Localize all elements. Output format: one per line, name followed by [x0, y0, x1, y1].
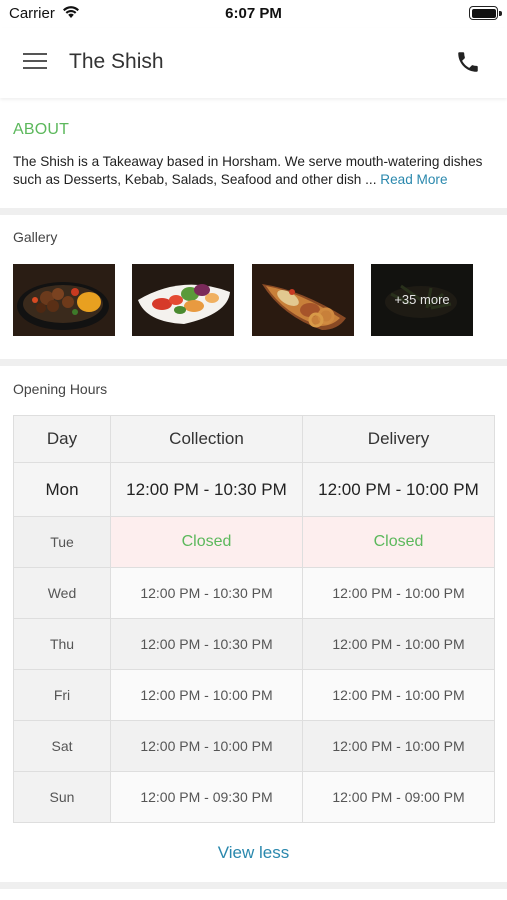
day-cell: Tue — [13, 516, 111, 568]
table-row-fri: Fri 12:00 PM - 10:00 PM 12:00 PM - 10:00… — [13, 669, 495, 721]
day-cell: Wed — [13, 567, 111, 619]
column-header-day: Day — [13, 415, 111, 463]
table-row-tue: Tue Closed Closed — [13, 516, 495, 568]
phone-icon[interactable] — [455, 49, 481, 75]
gallery-photo-kebab[interactable] — [13, 264, 115, 336]
day-cell: Thu — [13, 618, 111, 670]
gallery-photo-wrap[interactable] — [252, 264, 354, 336]
about-heading: ABOUT — [13, 121, 70, 138]
column-header-collection: Collection — [110, 415, 303, 463]
day-cell: Sun — [13, 771, 111, 823]
collection-hours-cell: 12:00 PM - 10:00 PM — [110, 720, 303, 772]
column-header-delivery: Delivery — [302, 415, 495, 463]
page-title: The Shish — [69, 50, 164, 73]
delivery-hours-cell: 12:00 PM - 10:00 PM — [302, 669, 495, 721]
delivery-hours-cell: 12:00 PM - 10:00 PM — [302, 618, 495, 670]
nav-bar: The Shish — [0, 28, 507, 98]
section-divider — [0, 882, 507, 889]
about-description: The Shish is a Takeaway based in Horsham… — [13, 153, 498, 189]
read-more-link[interactable]: Read More — [380, 172, 447, 187]
collection-hours-cell: 12:00 PM - 10:30 PM — [110, 462, 303, 517]
delivery-hours-cell: 12:00 PM - 10:00 PM — [302, 720, 495, 772]
collection-hours-cell: Closed — [110, 516, 303, 568]
gallery-photo-salad[interactable] — [132, 264, 234, 336]
collection-hours-cell: 12:00 PM - 10:30 PM — [110, 618, 303, 670]
gallery-more-photos[interactable]: +35 more — [371, 264, 473, 336]
collection-hours-cell: 12:00 PM - 10:30 PM — [110, 567, 303, 619]
table-row-sun: Sun 12:00 PM - 09:30 PM 12:00 PM - 09:00… — [13, 771, 495, 823]
opening-hours-label: Opening Hours — [13, 381, 108, 397]
status-bar: Carrier 6:07 PM — [0, 0, 507, 28]
delivery-hours-cell: 12:00 PM - 09:00 PM — [302, 771, 495, 823]
section-divider — [0, 359, 507, 366]
section-divider — [0, 208, 507, 215]
day-cell: Sat — [13, 720, 111, 772]
day-cell: Mon — [13, 462, 111, 517]
battery-icon — [469, 6, 502, 20]
more-photos-label: +35 more — [394, 292, 450, 307]
table-header-row: Day Collection Delivery — [13, 415, 495, 463]
collection-hours-cell: 12:00 PM - 09:30 PM — [110, 771, 303, 823]
hamburger-menu-icon[interactable] — [23, 52, 47, 70]
gallery-label: Gallery — [13, 229, 58, 245]
delivery-hours-cell: Closed — [302, 516, 495, 568]
status-time: 6:07 PM — [225, 5, 282, 22]
day-cell: Fri — [13, 669, 111, 721]
collection-hours-cell: 12:00 PM - 10:00 PM — [110, 669, 303, 721]
table-row-wed: Wed 12:00 PM - 10:30 PM 12:00 PM - 10:00… — [13, 567, 495, 619]
delivery-hours-cell: 12:00 PM - 10:00 PM — [302, 462, 495, 517]
delivery-hours-cell: 12:00 PM - 10:00 PM — [302, 567, 495, 619]
table-row-sat: Sat 12:00 PM - 10:00 PM 12:00 PM - 10:00… — [13, 720, 495, 772]
table-row-mon: Mon 12:00 PM - 10:30 PM 12:00 PM - 10:00… — [13, 462, 495, 517]
view-less-link[interactable]: View less — [0, 843, 507, 863]
table-row-thu: Thu 12:00 PM - 10:30 PM 12:00 PM - 10:00… — [13, 618, 495, 670]
opening-hours-table: Day Collection Delivery Mon 12:00 PM - 1… — [13, 415, 495, 823]
